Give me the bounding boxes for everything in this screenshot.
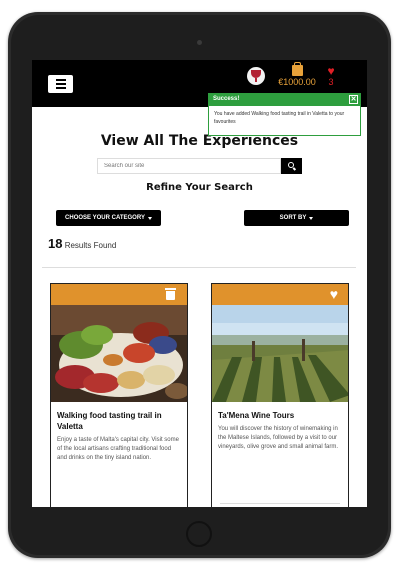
card-description: You will discover the history of winemak… (218, 426, 339, 450)
card-header-bar: ♥ (212, 284, 348, 305)
search-input[interactable] (97, 158, 281, 174)
caret-down-icon (147, 216, 152, 220)
menu-toggle-button[interactable] (48, 75, 73, 93)
sort-dropdown-label: SORT BY (279, 215, 307, 221)
card-title[interactable]: Walking food tasting trail in Valetta (51, 402, 187, 432)
card-divider (220, 503, 340, 504)
divider (42, 267, 356, 268)
search-form (97, 158, 302, 174)
heart-icon[interactable]: ♥ (330, 286, 338, 302)
experience-card[interactable]: ♥ Ta'Mena Wine Tours You will discover t… (211, 283, 349, 507)
vineyard-image (212, 305, 348, 402)
screen: €1000.00 ♥ 3 Success! ✕ You have added W… (32, 60, 367, 507)
close-icon[interactable]: ✕ (349, 95, 358, 104)
toast-header: Success! ✕ (209, 94, 360, 106)
category-dropdown-button[interactable]: CHOOSE YOUR CATEGORY (56, 210, 161, 226)
favourites-link[interactable]: ♥ 3 (324, 65, 338, 87)
card-header-bar (51, 284, 187, 305)
card-title[interactable]: Ta'Mena Wine Tours (212, 402, 348, 421)
wine-logo-icon[interactable] (247, 67, 265, 85)
refine-heading: Refine Your Search (146, 182, 253, 193)
food-photo (51, 305, 187, 402)
sort-dropdown-button[interactable]: SORT BY (244, 210, 349, 226)
results-label: Results Found (64, 241, 117, 250)
trash-icon[interactable] (165, 288, 176, 300)
cart-link[interactable]: €1000.00 (277, 62, 317, 87)
food-platter-image (51, 305, 187, 402)
success-toast: Success! ✕ You have added Walking food t… (208, 93, 361, 136)
toast-message: You have added Walking food tasting trai… (214, 111, 345, 125)
results-number: 18 (48, 236, 63, 251)
camera-icon (197, 40, 202, 45)
experience-card[interactable]: Walking food tasting trail in Valetta En… (50, 283, 188, 507)
vineyard-photo (212, 305, 348, 402)
heart-icon: ♥ (327, 64, 335, 78)
category-dropdown-label: CHOOSE YOUR CATEGORY (65, 215, 145, 221)
toast-title: Success! (213, 96, 240, 102)
favourites-count: 3 (328, 77, 334, 87)
card-description: Enjoy a taste of Malta's capital city. V… (57, 437, 179, 461)
hamburger-icon (55, 79, 66, 81)
caret-down-icon (309, 216, 314, 220)
home-button[interactable] (186, 521, 212, 547)
cart-total: €1000.00 (278, 77, 316, 87)
shopping-bag-icon (291, 62, 303, 76)
search-button[interactable] (281, 158, 302, 174)
results-count: 18 Results Found (48, 236, 116, 251)
